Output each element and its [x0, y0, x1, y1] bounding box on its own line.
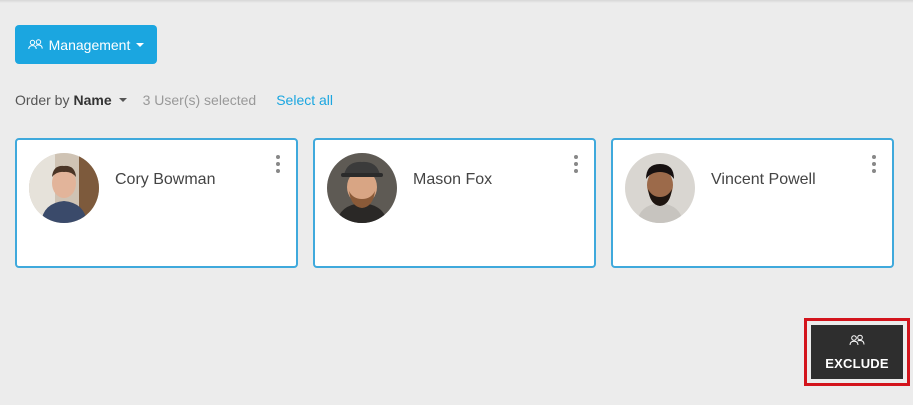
order-toolbar: Order by Name 3 User(s) selected Select …: [15, 90, 333, 110]
user-name: Vincent Powell: [711, 171, 816, 188]
group-icon: [27, 39, 43, 50]
order-by-label: Order by: [15, 92, 70, 108]
user-card[interactable]: Cory Bowman: [15, 138, 298, 268]
user-name: Cory Bowman: [115, 171, 216, 188]
management-dropdown-button[interactable]: Management: [15, 25, 157, 64]
exclude-label: EXCLUDE: [825, 356, 889, 371]
more-options-icon[interactable]: [573, 155, 579, 173]
more-options-icon[interactable]: [871, 155, 877, 173]
top-shadow: [0, 0, 913, 3]
chevron-down-icon[interactable]: [118, 98, 127, 102]
selected-count: 3 User(s) selected: [142, 92, 257, 108]
avatar: [625, 153, 695, 223]
order-by-value[interactable]: Name: [73, 92, 111, 108]
user-card[interactable]: Mason Fox: [313, 138, 596, 268]
group-icon: [849, 333, 865, 351]
avatar: [29, 153, 99, 223]
avatar: [327, 153, 397, 223]
management-label: Management: [48, 36, 131, 53]
user-name: Mason Fox: [413, 171, 493, 188]
select-all-link[interactable]: Select all: [276, 92, 333, 108]
more-options-icon[interactable]: [275, 155, 281, 173]
exclude-highlight: EXCLUDE: [804, 318, 910, 386]
chevron-down-icon: [136, 42, 145, 47]
user-card[interactable]: Vincent Powell: [611, 138, 894, 268]
exclude-button[interactable]: EXCLUDE: [811, 325, 903, 379]
